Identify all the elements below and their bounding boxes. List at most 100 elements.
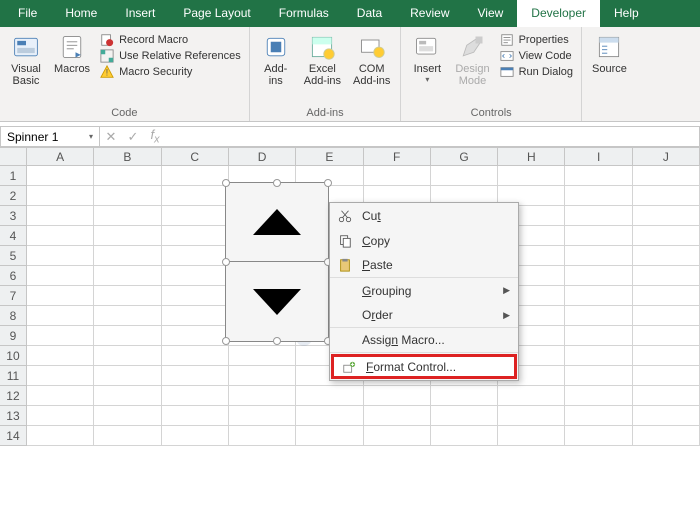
cell[interactable]	[565, 406, 632, 426]
source-button[interactable]: Source	[586, 31, 633, 77]
cell[interactable]	[431, 166, 498, 186]
col-header[interactable]: F	[364, 148, 431, 166]
col-header[interactable]: D	[229, 148, 296, 166]
cell[interactable]	[94, 206, 161, 226]
col-header[interactable]: E	[296, 148, 363, 166]
chevron-down-icon[interactable]: ▾	[89, 132, 93, 141]
cell[interactable]	[27, 406, 94, 426]
design-mode-button[interactable]: Design Mode	[449, 31, 495, 89]
ctx-grouping[interactable]: Grouping ▶	[330, 278, 518, 303]
macro-security-button[interactable]: ! Macro Security	[100, 65, 241, 79]
cell[interactable]	[633, 226, 700, 246]
cell[interactable]	[565, 366, 632, 386]
resize-handle[interactable]	[222, 337, 230, 345]
view-code-button[interactable]: View Code	[500, 49, 573, 63]
cell[interactable]	[498, 386, 565, 406]
cell[interactable]	[565, 326, 632, 346]
cell[interactable]	[94, 166, 161, 186]
col-header[interactable]: H	[498, 148, 565, 166]
resize-handle[interactable]	[222, 258, 230, 266]
cell[interactable]	[27, 186, 94, 206]
cell[interactable]	[565, 346, 632, 366]
cell[interactable]	[162, 206, 229, 226]
cell[interactable]	[498, 166, 565, 186]
cell[interactable]	[94, 386, 161, 406]
fx-icon[interactable]: fx	[144, 127, 166, 146]
cell[interactable]	[162, 426, 229, 446]
cell[interactable]	[162, 346, 229, 366]
select-all-corner[interactable]	[0, 148, 27, 166]
cell[interactable]	[162, 266, 229, 286]
com-addins-button[interactable]: COM Add-ins	[347, 31, 396, 89]
tab-help[interactable]: Help	[600, 0, 653, 27]
cell[interactable]	[364, 406, 431, 426]
row-header[interactable]: 1	[0, 166, 27, 186]
cell[interactable]	[162, 386, 229, 406]
cell[interactable]	[565, 426, 632, 446]
cell[interactable]	[162, 286, 229, 306]
ctx-cut[interactable]: Cut	[330, 203, 518, 228]
cell[interactable]	[27, 306, 94, 326]
cell[interactable]	[27, 326, 94, 346]
cell[interactable]	[633, 346, 700, 366]
cell[interactable]	[94, 346, 161, 366]
tab-file[interactable]: File	[0, 0, 51, 27]
cell[interactable]	[633, 326, 700, 346]
cell[interactable]	[27, 266, 94, 286]
ctx-paste[interactable]: Paste	[330, 253, 518, 278]
cell[interactable]	[27, 226, 94, 246]
cell[interactable]	[498, 406, 565, 426]
cell[interactable]	[27, 206, 94, 226]
row-header[interactable]: 11	[0, 366, 27, 386]
cell[interactable]	[633, 426, 700, 446]
run-dialog-button[interactable]: Run Dialog	[500, 65, 573, 79]
cell[interactable]	[633, 386, 700, 406]
cell[interactable]	[565, 286, 632, 306]
addins-button[interactable]: Add- ins	[254, 31, 298, 89]
resize-handle[interactable]	[324, 179, 332, 187]
row-header[interactable]: 3	[0, 206, 27, 226]
visual-basic-button[interactable]: Visual Basic	[4, 31, 48, 89]
cell[interactable]	[229, 366, 296, 386]
cell[interactable]	[27, 386, 94, 406]
col-header[interactable]: B	[94, 148, 161, 166]
spinner-control[interactable]	[225, 182, 329, 342]
tab-home[interactable]: Home	[51, 0, 111, 27]
cell[interactable]	[229, 426, 296, 446]
spinner-down-button[interactable]	[226, 262, 328, 341]
cell[interactable]	[94, 426, 161, 446]
row-header[interactable]: 14	[0, 426, 27, 446]
row-header[interactable]: 10	[0, 346, 27, 366]
cell[interactable]	[364, 426, 431, 446]
cell[interactable]	[162, 326, 229, 346]
row-header[interactable]: 4	[0, 226, 27, 246]
row-header[interactable]: 7	[0, 286, 27, 306]
resize-handle[interactable]	[273, 337, 281, 345]
cell[interactable]	[633, 206, 700, 226]
row-header[interactable]: 9	[0, 326, 27, 346]
cell[interactable]	[633, 306, 700, 326]
row-header[interactable]: 2	[0, 186, 27, 206]
cell[interactable]	[565, 186, 632, 206]
macros-button[interactable]: Macros	[48, 31, 96, 77]
cell[interactable]	[431, 386, 498, 406]
cell[interactable]	[94, 246, 161, 266]
cell[interactable]	[633, 166, 700, 186]
cell[interactable]	[565, 246, 632, 266]
spinner-up-button[interactable]	[226, 183, 328, 262]
cell[interactable]	[296, 386, 363, 406]
cell[interactable]	[229, 346, 296, 366]
cell[interactable]	[27, 286, 94, 306]
cell[interactable]	[633, 286, 700, 306]
tab-data[interactable]: Data	[343, 0, 396, 27]
cell[interactable]	[565, 166, 632, 186]
name-box[interactable]: Spinner 1 ▾	[0, 126, 100, 147]
cell[interactable]	[296, 426, 363, 446]
row-header[interactable]: 6	[0, 266, 27, 286]
col-header[interactable]: C	[162, 148, 229, 166]
cell[interactable]	[565, 226, 632, 246]
tab-view[interactable]: View	[464, 0, 518, 27]
cell[interactable]	[162, 366, 229, 386]
cell[interactable]	[94, 186, 161, 206]
resize-handle[interactable]	[273, 179, 281, 187]
